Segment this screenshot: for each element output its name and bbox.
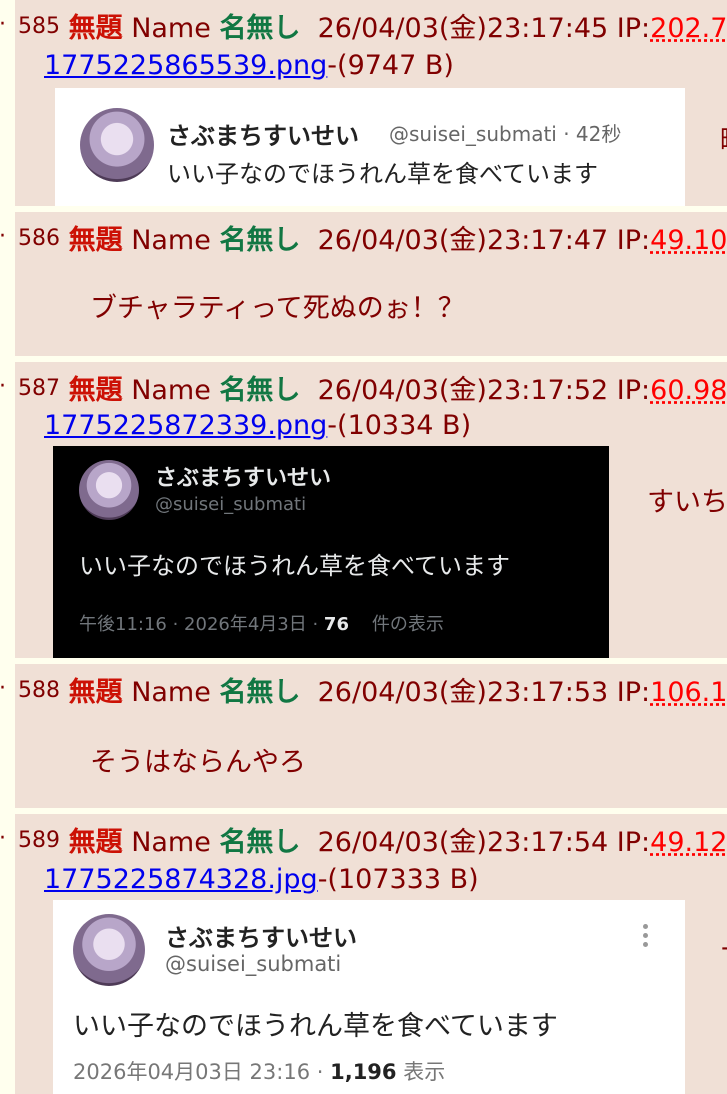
ip-label: IP:: [616, 375, 651, 406]
ip-label: IP:: [616, 13, 651, 44]
post-header: 589 無題 Name 名無し 26/04/03(金)23:17:54 IP:4…: [18, 820, 727, 859]
name-label: Name: [131, 677, 211, 708]
name-label: Name: [131, 827, 211, 858]
name-label: Name: [131, 225, 211, 256]
file-size: -(9747 B): [327, 50, 454, 81]
post-number[interactable]: 585: [18, 14, 60, 39]
post-subject: 無題: [68, 827, 123, 858]
post-589: · 589 無題 Name 名無し 26/04/03(金)23:17:54 IP…: [0, 814, 727, 1094]
post-comment-partial: 町: [720, 118, 727, 157]
post-number[interactable]: 587: [18, 376, 60, 401]
file-link[interactable]: 1775225874328.jpg: [44, 864, 318, 895]
post-number[interactable]: 589: [18, 828, 60, 853]
thumbnail-image[interactable]: さぶまちすいせい @suisei_submati いい子なのでほうれん草を食べて…: [53, 446, 609, 658]
post-datetime: 26/04/03(金)23:17:53: [317, 677, 609, 708]
ip-label: IP:: [616, 677, 651, 708]
bullet: ·: [0, 224, 6, 249]
post-588: · 588 無題 Name 名無し 26/04/03(金)23:17:53 IP…: [0, 664, 727, 808]
post-datetime: 26/04/03(金)23:17:54: [317, 827, 609, 858]
poster-name: 名無し: [219, 375, 301, 406]
post-header: 585 無題 Name 名無し 26/04/03(金)23:17:45 IP:2…: [18, 6, 727, 45]
ip-address[interactable]: 49.10: [650, 225, 727, 256]
post-body: 587 無題 Name 名無し 26/04/03(金)23:17:52 IP:6…: [15, 362, 727, 658]
ip-address[interactable]: 49.12: [650, 827, 727, 858]
post-subject: 無題: [68, 225, 123, 256]
post-message: そうはならんやろ: [90, 747, 306, 778]
thumb-text: いい子なのでほうれん草を食べています: [79, 552, 511, 580]
thumb-text: いい子なのでほうれん草を食べています: [167, 160, 599, 188]
thumb-view-count: 1,196: [330, 1060, 397, 1084]
thumb-meta: 午後11:16 · 2026年4月3日 · 76 件の表示: [79, 610, 444, 636]
thumb-datetime: 午後11:16 · 2026年4月3日 ·: [79, 614, 324, 635]
ip-address[interactable]: 60.98: [650, 375, 727, 406]
post-header: 588 無題 Name 名無し 26/04/03(金)23:17:53 IP:1…: [18, 670, 727, 709]
thumb-meta: 2026年04月03日 23:16 · 1,196 表示: [73, 1056, 445, 1086]
post-number[interactable]: 588: [18, 678, 60, 703]
post-datetime: 26/04/03(金)23:17:52: [317, 375, 609, 406]
post-header: 586 無題 Name 名無し 26/04/03(金)23:17:47 IP:4…: [18, 218, 727, 257]
thumb-datetime: 2026年04月03日 23:16 ·: [73, 1060, 331, 1084]
bullet: ·: [0, 676, 6, 701]
post-datetime: 26/04/03(金)23:17:45: [317, 13, 609, 44]
post-subject: 無題: [68, 13, 123, 44]
vertical-dots-icon[interactable]: [641, 924, 649, 947]
file-info: 1775225874328.jpg-(107333 B): [44, 864, 479, 895]
post-subject: 無題: [68, 375, 123, 406]
post-body: 588 無題 Name 名無し 26/04/03(金)23:17:53 IP:1…: [15, 664, 727, 808]
avatar: [79, 460, 139, 520]
poster-name: 名無し: [219, 677, 301, 708]
post-body: 589 無題 Name 名無し 26/04/03(金)23:17:54 IP:4…: [15, 814, 727, 1094]
post-body: 585 無題 Name 名無し 26/04/03(金)23:17:45 IP:2…: [15, 0, 727, 206]
file-size: -(10334 B): [327, 410, 472, 441]
thumbnail-image[interactable]: さぶまちすいせい @suisei_submati · 42秒 いい子なのでほうれ…: [55, 88, 685, 206]
thumb-display-name: さぶまちすいせい: [165, 924, 357, 952]
ip-address[interactable]: 106.1: [650, 677, 727, 708]
thumbnail-image[interactable]: さぶまちすいせい @suisei_submati いい子なのでほうれん草を食べて…: [53, 900, 685, 1094]
file-link[interactable]: 1775225872339.png: [44, 410, 327, 441]
post-header: 587 無題 Name 名無し 26/04/03(金)23:17:52 IP:6…: [18, 368, 727, 407]
file-link[interactable]: 1775225865539.png: [44, 50, 327, 81]
ip-address[interactable]: 202.7: [650, 13, 727, 44]
thumb-display-name: さぶまちすいせい: [155, 466, 332, 491]
thumb-view-label: 表示: [396, 1060, 446, 1084]
bullet: ·: [0, 12, 6, 37]
post-586: · 586 無題 Name 名無し 26/04/03(金)23:17:47 IP…: [0, 212, 727, 356]
post-number[interactable]: 586: [18, 226, 60, 251]
file-info: 1775225865539.png-(9747 B): [44, 50, 454, 81]
poster-name: 名無し: [219, 13, 301, 44]
bullet: ·: [0, 826, 6, 851]
thumb-display-name: さぶまちすいせい: [167, 122, 359, 150]
post-datetime: 26/04/03(金)23:17:47: [317, 225, 609, 256]
poster-name: 名無し: [219, 225, 301, 256]
post-message: ブチャラティって死ぬのぉ！？: [90, 293, 465, 324]
thumb-handle: @suisei_submati · 42秒: [389, 122, 622, 146]
avatar: [80, 108, 154, 182]
thumb-handle: @suisei_submati: [155, 494, 307, 515]
thumb-view-count: 76: [323, 614, 349, 635]
thumb-view-label: 件の表示: [371, 614, 444, 635]
post-body: 586 無題 Name 名無し 26/04/03(金)23:17:47 IP:4…: [15, 212, 727, 356]
file-info: 1775225872339.png-(10334 B): [44, 410, 471, 441]
post-comment-partial: -: [721, 932, 727, 963]
post-comment-partial: すいち: [647, 487, 727, 518]
thumb-text: いい子なのでほうれん草を食べています: [73, 1011, 558, 1042]
thumb-handle: @suisei_submati: [165, 952, 342, 976]
file-size: -(107333 B): [317, 864, 479, 895]
poster-name: 名無し: [219, 827, 301, 858]
name-label: Name: [131, 375, 211, 406]
post-587: · 587 無題 Name 名無し 26/04/03(金)23:17:52 IP…: [0, 362, 727, 658]
bullet: ·: [0, 374, 6, 399]
post-subject: 無題: [68, 677, 123, 708]
avatar: [73, 914, 145, 986]
ip-label: IP:: [616, 827, 651, 858]
post-585: · 585 無題 Name 名無し 26/04/03(金)23:17:45 IP…: [0, 0, 727, 206]
name-label: Name: [131, 13, 211, 44]
ip-label: IP:: [616, 225, 651, 256]
